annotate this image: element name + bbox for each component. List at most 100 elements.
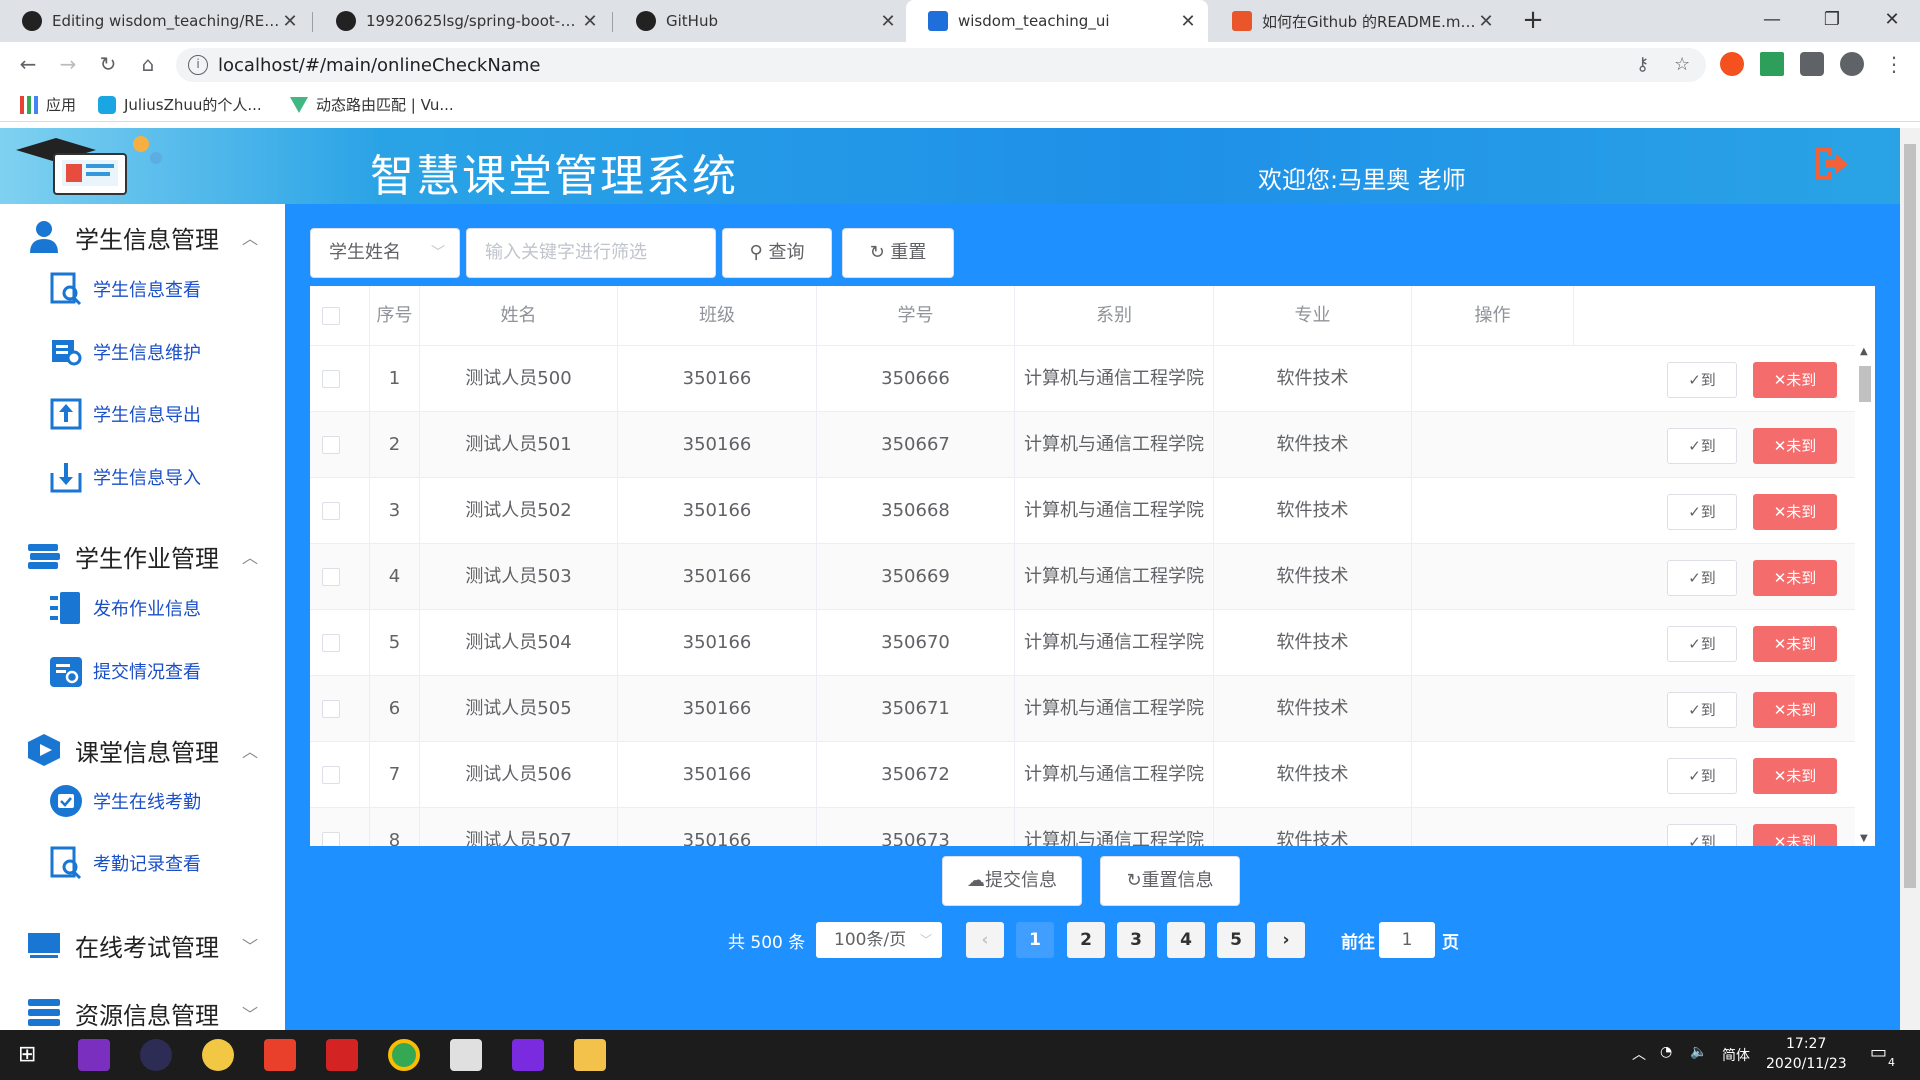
mark-absent-button[interactable]: ✕未到 bbox=[1753, 362, 1837, 398]
close-window-icon[interactable]: ✕ bbox=[1862, 0, 1920, 42]
column-header[interactable]: 姓名 bbox=[420, 286, 618, 346]
menu-item-student-import[interactable]: 学生信息导入 bbox=[0, 453, 285, 501]
scroll-up-icon[interactable]: ▲ bbox=[1860, 346, 1868, 357]
page-button-3[interactable]: 3 bbox=[1117, 922, 1155, 958]
menu-group-classroom[interactable]: 课堂信息管理 ︿ bbox=[0, 725, 285, 775]
column-header[interactable]: 学号 bbox=[817, 286, 1015, 346]
reset-info-button[interactable]: ↻重置信息 bbox=[1100, 856, 1240, 906]
table-row[interactable]: 6 测试人员505 350166 350671 计算机与通信工程学院 软件技术 ✓到 ✕未到 bbox=[310, 676, 1855, 742]
row-checkbox[interactable] bbox=[322, 568, 340, 586]
page-button-4[interactable]: 4 bbox=[1167, 922, 1205, 958]
site-info-icon[interactable]: i bbox=[188, 55, 208, 75]
menu-item-attendance-records[interactable]: 考勤记录查看 bbox=[0, 839, 285, 887]
mark-present-button[interactable]: ✓到 bbox=[1667, 428, 1737, 464]
close-tab-icon[interactable]: ✕ bbox=[1178, 11, 1198, 32]
browser-tab[interactable]: Editing wisdom_teaching/README ✕ bbox=[0, 0, 310, 42]
extension-icon[interactable] bbox=[1720, 52, 1744, 76]
table-row[interactable]: 7 测试人员506 350166 350672 计算机与通信工程学院 软件技术 ✓到 ✕未到 bbox=[310, 742, 1855, 808]
query-button[interactable]: ⚲ 查询 bbox=[722, 228, 832, 278]
page-button-1[interactable]: 1 bbox=[1016, 922, 1054, 958]
chrome-icon[interactable] bbox=[388, 1039, 420, 1071]
table-row[interactable]: 8 测试人员507 350166 350673 计算机与通信工程学院 软件技术 ✓到 ✕未到 bbox=[310, 808, 1855, 846]
row-checkbox[interactable] bbox=[322, 370, 340, 388]
menu-item-student-maintain[interactable]: 学生信息维护 bbox=[0, 328, 285, 376]
menu-item-student-view[interactable]: 学生信息查看 bbox=[0, 265, 285, 313]
scroll-thumb[interactable] bbox=[1904, 144, 1916, 888]
table-row[interactable]: 2 测试人员501 350166 350667 计算机与通信工程学院 软件技术 ✓到 ✕未到 bbox=[310, 412, 1855, 478]
menu-item-online-attendance[interactable]: 学生在线考勤 bbox=[0, 777, 285, 825]
column-header[interactable]: 序号 bbox=[370, 286, 420, 346]
browser-tab[interactable]: 19920625lsg/spring-boot-online ✕ bbox=[314, 0, 610, 42]
profile-avatar[interactable] bbox=[1840, 52, 1864, 76]
row-checkbox[interactable] bbox=[322, 436, 340, 454]
typora-icon[interactable] bbox=[450, 1039, 482, 1071]
column-header[interactable]: 系别 bbox=[1015, 286, 1214, 346]
row-checkbox[interactable] bbox=[322, 700, 340, 718]
filter-field-select[interactable]: 学生姓名 ﹀ bbox=[310, 228, 460, 278]
youdao-icon[interactable] bbox=[326, 1039, 358, 1071]
keyword-input[interactable]: 输入关键字进行筛选 bbox=[466, 228, 716, 278]
logout-icon[interactable] bbox=[1810, 144, 1850, 184]
row-checkbox[interactable] bbox=[322, 634, 340, 652]
table-row[interactable]: 1 测试人员500 350166 350666 计算机与通信工程学院 软件技术 ✓到 ✕未到 bbox=[310, 346, 1855, 412]
menu-item-student-export[interactable]: 学生信息导出 bbox=[0, 390, 285, 438]
close-tab-icon[interactable]: ✕ bbox=[878, 11, 898, 32]
file-explorer-icon[interactable] bbox=[574, 1039, 606, 1071]
mark-present-button[interactable]: ✓到 bbox=[1667, 494, 1737, 530]
column-header[interactable]: 专业 bbox=[1214, 286, 1412, 346]
mark-present-button[interactable]: ✓到 bbox=[1667, 692, 1737, 728]
ime-indicator[interactable]: 简体 bbox=[1722, 1045, 1750, 1065]
close-tab-icon[interactable]: ✕ bbox=[1476, 11, 1496, 32]
column-header[interactable]: 班级 bbox=[618, 286, 817, 346]
mark-present-button[interactable]: ✓到 bbox=[1667, 758, 1737, 794]
page-button-5[interactable]: 5 bbox=[1217, 922, 1255, 958]
mark-absent-button[interactable]: ✕未到 bbox=[1753, 494, 1837, 530]
url-text[interactable]: localhost/#/main/onlineCheckName bbox=[218, 55, 540, 76]
key-icon[interactable]: ⚷ bbox=[1636, 54, 1649, 75]
browser-tab[interactable]: 如何在Github 的README.md文 ✕ bbox=[1210, 0, 1506, 42]
volume-icon[interactable]: 🔈 bbox=[1690, 1044, 1707, 1060]
clock-date[interactable]: 2020/11/23 bbox=[1766, 1056, 1847, 1072]
xmind-icon[interactable] bbox=[264, 1039, 296, 1071]
table-row[interactable]: 3 测试人员502 350166 350668 计算机与通信工程学院 软件技术 ✓到 ✕未到 bbox=[310, 478, 1855, 544]
table-row[interactable]: 4 测试人员503 350166 350669 计算机与通信工程学院 软件技术 ✓到 ✕未到 bbox=[310, 544, 1855, 610]
row-checkbox[interactable] bbox=[322, 766, 340, 784]
mark-absent-button[interactable]: ✕未到 bbox=[1753, 626, 1837, 662]
mark-absent-button[interactable]: ✕未到 bbox=[1753, 428, 1837, 464]
star-icon[interactable]: ☆ bbox=[1674, 54, 1690, 75]
wifi-icon[interactable]: ◔ bbox=[1660, 1044, 1672, 1060]
submit-info-button[interactable]: ☁提交信息 bbox=[942, 856, 1082, 906]
tray-chevron-icon[interactable]: ︿ bbox=[1632, 1044, 1646, 1064]
table-scrollbar[interactable]: ▲ ▼ bbox=[1855, 346, 1875, 846]
browser-tab[interactable]: GitHub ✕ bbox=[614, 0, 908, 42]
menu-group-online-exam[interactable]: 在线考试管理 ﹀ bbox=[0, 920, 285, 970]
table-row[interactable]: 5 测试人员504 350166 350670 计算机与通信工程学院 软件技术 ✓到 ✕未到 bbox=[310, 610, 1855, 676]
new-tab-button[interactable]: + bbox=[1518, 6, 1548, 36]
close-tab-icon[interactable]: ✕ bbox=[280, 11, 300, 32]
page-button-2[interactable]: 2 bbox=[1067, 922, 1105, 958]
prev-page-button[interactable]: ‹ bbox=[966, 922, 1004, 958]
minimize-icon[interactable]: — bbox=[1742, 0, 1802, 42]
forward-icon[interactable]: → bbox=[54, 50, 82, 78]
page-scrollbar[interactable] bbox=[1900, 128, 1920, 1030]
mark-present-button[interactable]: ✓到 bbox=[1667, 362, 1737, 398]
reload-icon[interactable]: ↻ bbox=[94, 50, 122, 78]
scroll-down-icon[interactable]: ▼ bbox=[1860, 833, 1868, 844]
app-icon[interactable] bbox=[202, 1039, 234, 1071]
close-tab-icon[interactable]: ✕ bbox=[580, 11, 600, 32]
page-size-select[interactable]: 100条/页 ﹀ bbox=[816, 922, 942, 958]
mark-present-button[interactable]: ✓到 bbox=[1667, 626, 1737, 662]
menu-group-student-info[interactable]: 学生信息管理 ︿ bbox=[0, 212, 285, 262]
back-icon[interactable]: ← bbox=[14, 50, 42, 78]
next-page-button[interactable]: › bbox=[1267, 922, 1305, 958]
bookmark-apps[interactable]: 应用 bbox=[20, 94, 76, 115]
vue-devtools-icon[interactable] bbox=[1760, 52, 1784, 76]
mark-absent-button[interactable]: ✕未到 bbox=[1753, 758, 1837, 794]
scroll-thumb[interactable] bbox=[1859, 366, 1871, 402]
puzzle-icon[interactable] bbox=[1800, 52, 1824, 76]
intellij-icon[interactable] bbox=[512, 1039, 544, 1071]
menu-group-homework[interactable]: 学生作业管理 ︿ bbox=[0, 531, 285, 581]
maximize-icon[interactable]: ❐ bbox=[1802, 0, 1862, 42]
windows-start-icon[interactable]: ⊞ bbox=[18, 1042, 36, 1067]
menu-icon[interactable]: ⋮ bbox=[1880, 50, 1908, 78]
